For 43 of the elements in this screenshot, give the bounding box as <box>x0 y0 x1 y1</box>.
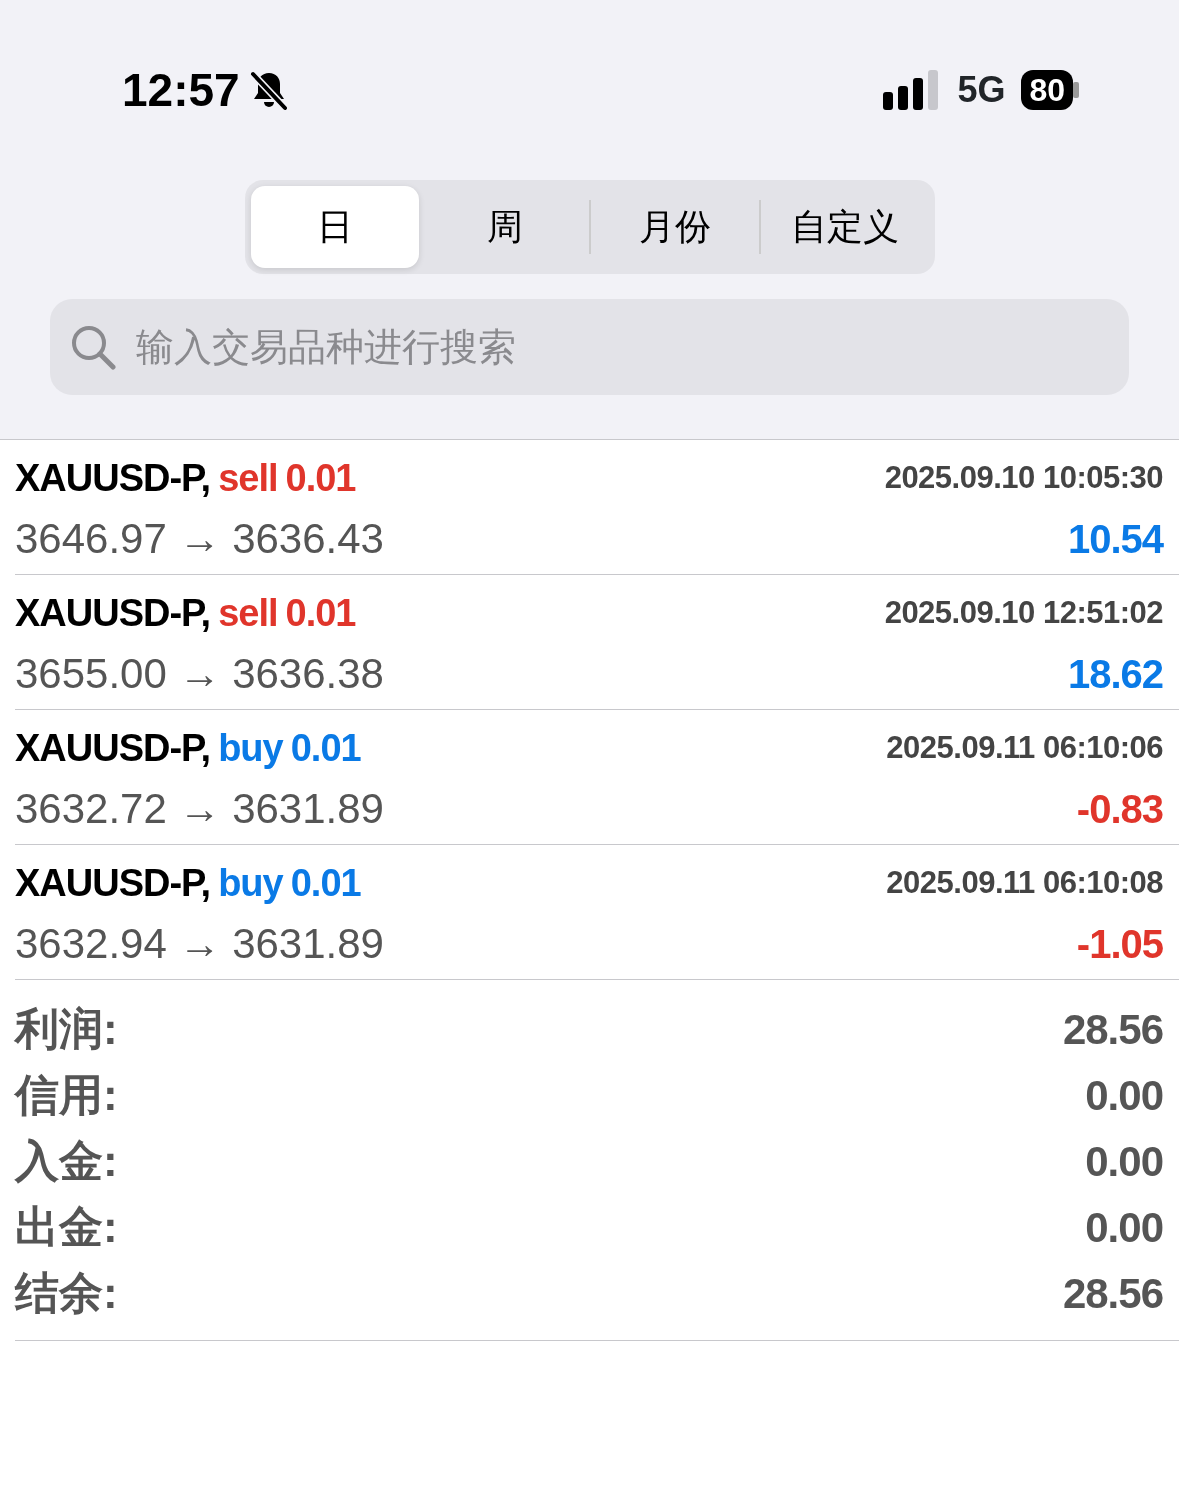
symbol-label: XAUUSD-P, <box>15 861 211 906</box>
search-field[interactable]: 输入交易品种进行搜索 <box>50 299 1129 395</box>
summary-value: 0.00 <box>1085 1070 1163 1121</box>
trade-side: buy <box>218 726 283 771</box>
summary-label: 出金: <box>15 1201 118 1253</box>
summary-value: 0.00 <box>1085 1202 1163 1253</box>
trade-side: sell <box>218 591 278 636</box>
network-label: 5G <box>957 68 1006 112</box>
trade-side: sell <box>218 456 278 501</box>
period-tab[interactable]: 日 <box>250 186 419 268</box>
price-range: 3632.72 → 3631.89 <box>15 784 384 834</box>
clock-time: 12:57 <box>122 62 240 118</box>
trade-time: 2025.09.11 06:10:06 <box>886 729 1163 768</box>
trade-time: 2025.09.10 12:51:02 <box>884 594 1163 633</box>
price-range: 3655.00 → 3636.38 <box>15 649 384 699</box>
profit-value: 18.62 <box>1067 650 1163 698</box>
battery-level: 80 <box>1021 70 1073 110</box>
symbol-label: XAUUSD-P, <box>15 456 211 501</box>
battery-tip-icon <box>1073 82 1079 98</box>
trade-volume: 0.01 <box>290 861 361 906</box>
trade-volume: 0.01 <box>285 456 356 501</box>
symbol-label: XAUUSD-P, <box>15 591 211 636</box>
trade-time: 2025.09.10 10:05:30 <box>884 459 1163 498</box>
profit-value: -0.83 <box>1076 785 1163 833</box>
trade-volume: 0.01 <box>290 726 361 771</box>
summary-value: 28.56 <box>1062 1268 1163 1319</box>
period-tab[interactable]: 月份 <box>590 186 759 268</box>
symbol-label: XAUUSD-P, <box>15 726 211 771</box>
summary-value: 0.00 <box>1085 1136 1163 1187</box>
trade-volume: 0.01 <box>285 591 356 636</box>
summary-value: 28.56 <box>1062 1004 1163 1055</box>
trade-time: 2025.09.11 06:10:08 <box>886 864 1163 903</box>
profit-value: 10.54 <box>1067 515 1163 563</box>
price-range: 3632.94 → 3631.89 <box>15 919 384 969</box>
period-tab[interactable]: 自定义 <box>760 186 929 268</box>
summary-label: 结余: <box>15 1267 118 1319</box>
period-tab[interactable]: 周 <box>420 186 589 268</box>
summary-label: 利润: <box>15 1003 118 1055</box>
trade-side: buy <box>218 861 283 906</box>
summary-label: 入金: <box>15 1135 118 1187</box>
summary-label: 信用: <box>15 1069 118 1121</box>
profit-value: -1.05 <box>1076 920 1163 968</box>
price-range: 3646.97 → 3636.43 <box>15 514 384 564</box>
